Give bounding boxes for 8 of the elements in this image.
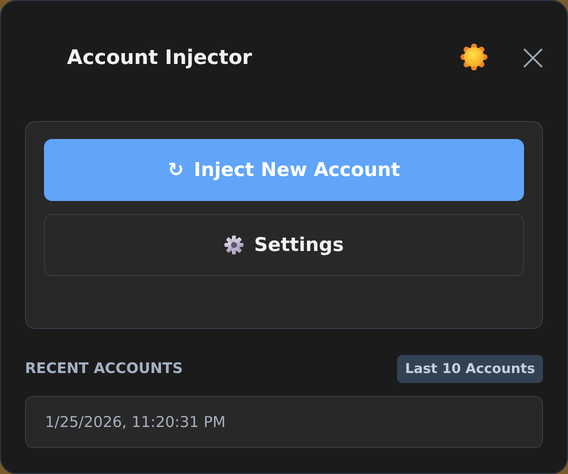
account-row[interactable]: 1/25/2026, 11:20:31 PM xyxy=(25,396,543,448)
timestamp-text: 1/25/2026, 11:20:31 PM xyxy=(45,412,226,433)
window-title: Account Injector xyxy=(67,44,254,71)
section-heading: RECENT ACCOUNTS xyxy=(25,360,183,379)
count-badge: Last 10 Accounts xyxy=(397,355,543,384)
gear-icon xyxy=(224,235,244,255)
settings-button[interactable]: Settings xyxy=(44,214,524,276)
sun-icon[interactable] xyxy=(460,43,488,71)
